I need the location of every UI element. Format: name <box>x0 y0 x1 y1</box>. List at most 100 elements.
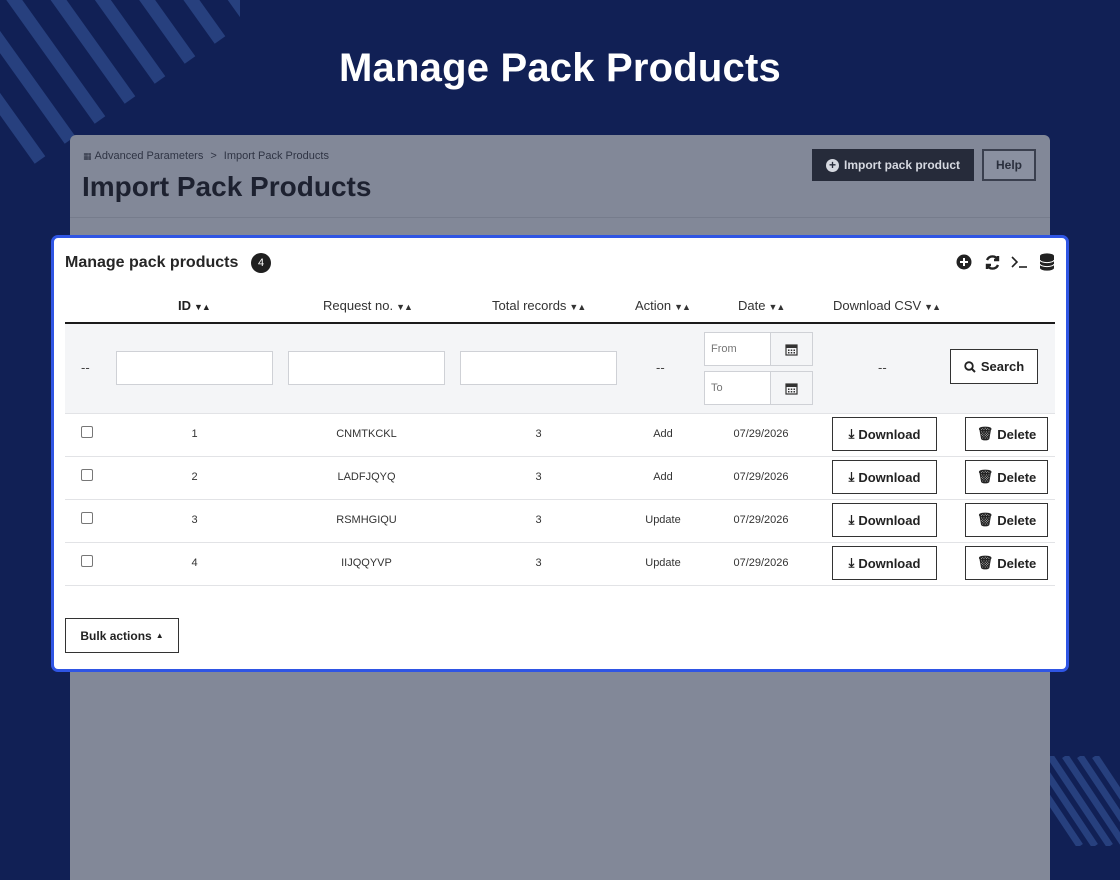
row-checkbox[interactable] <box>81 555 93 567</box>
cell-action: Add <box>653 471 673 483</box>
download-circle-icon: ⤓ <box>848 426 855 441</box>
cell-total-records: 3 <box>535 428 542 440</box>
filter-request-no-input[interactable] <box>288 351 445 385</box>
column-header-label: Download CSV <box>833 298 922 313</box>
hero-title: Manage Pack Products <box>339 46 781 90</box>
delete-label: Delete <box>997 512 1037 528</box>
filter-download-empty: -- <box>878 360 887 375</box>
download-label: Download <box>858 555 921 571</box>
cell-total-records: 3 <box>535 471 542 483</box>
bulk-actions-label: Bulk actions <box>80 628 152 643</box>
caret-up-icon: ▲ <box>155 631 164 640</box>
plus-circle-icon: + <box>825 158 839 172</box>
table-row: 1 CNMTKCKL 3 Add 07/29/2026 ⤓ Download 🗑 D… <box>65 413 1055 457</box>
breadcrumb-item-advanced-parameters[interactable]: Advanced Parameters <box>95 150 204 162</box>
page-header: ▦ Advanced Parameters > Import Pack Product… <box>70 135 1050 218</box>
download-button[interactable]: ⤓ Download <box>832 546 937 580</box>
help-button[interactable]: Help <box>982 149 1036 181</box>
column-header-label: Request no. <box>323 298 394 313</box>
column-header-label: Date <box>738 298 766 313</box>
cell-request-no: LADFJQYQ <box>337 471 396 483</box>
table-row: 4 IIJQQYVP 3 Update 07/29/2026 ⤓ Download… <box>65 542 1055 586</box>
import-button-label: Import pack product <box>843 158 960 172</box>
table-row: 2 LADFJQYQ 3 Add 07/29/2026 ⤓ Download 🗑 D… <box>65 456 1055 500</box>
row-checkbox[interactable] <box>81 512 93 524</box>
cell-total-records: 3 <box>535 514 542 526</box>
download-circle-icon: ⤓ <box>848 512 855 527</box>
column-header-label: Total records <box>492 298 567 313</box>
filter-empty-marker: -- <box>81 360 90 375</box>
column-header-total-records[interactable]: Total records ▼▲ <box>492 298 586 313</box>
filter-row: -- -- -- Search <box>65 324 1055 414</box>
cell-action: Update <box>645 514 681 526</box>
table-row: 3 RSMHGIQU 3 Update 07/29/2026 ⤓ Download… <box>65 499 1055 543</box>
filter-action-empty: -- <box>656 360 665 375</box>
search-icon <box>964 360 976 373</box>
delete-button[interactable]: 🗑 Delete <box>965 546 1048 580</box>
date-from-input[interactable] <box>704 332 771 366</box>
cell-request-no: IIJQQYVP <box>341 557 392 569</box>
cell-id: 4 <box>191 557 198 569</box>
calendar-icon[interactable] <box>770 371 813 405</box>
refresh-icon[interactable] <box>981 251 1003 273</box>
column-header-id[interactable]: ID ▼▲ <box>178 298 211 313</box>
sort-icon[interactable]: ▼▲ <box>768 302 785 312</box>
trash-icon: 🗑 <box>976 512 994 527</box>
cell-id: 2 <box>191 471 198 483</box>
download-button[interactable]: ⤓ Download <box>832 460 937 494</box>
filter-id-input[interactable] <box>116 351 273 385</box>
column-header-download-csv[interactable]: Download CSV ▼▲ <box>833 298 941 313</box>
import-pack-product-button[interactable]: + Import pack product <box>812 149 974 181</box>
row-checkbox[interactable] <box>81 469 93 481</box>
sort-icon[interactable]: ▼▲ <box>569 302 586 312</box>
download-circle-icon: ⤓ <box>848 469 855 484</box>
column-header-action[interactable]: Action ▼▲ <box>635 298 691 313</box>
delete-label: Delete <box>997 555 1037 571</box>
cell-request-no: CNMTKCKL <box>336 428 397 440</box>
download-button[interactable]: ⤓ Download <box>832 417 937 451</box>
download-label: Download <box>858 469 921 485</box>
bulk-actions-button[interactable]: Bulk actions ▲ <box>65 618 179 653</box>
database-icon[interactable] <box>1036 251 1058 273</box>
cell-action: Update <box>645 557 681 569</box>
download-label: Download <box>858 512 921 528</box>
manage-pack-products-panel: Manage pack products 4 ID ▼▲ Request no. ▼… <box>51 235 1069 672</box>
download-label: Download <box>858 426 921 442</box>
delete-button[interactable]: 🗑 Delete <box>965 417 1048 451</box>
delete-label: Delete <box>997 469 1037 485</box>
cell-date: 07/29/2026 <box>733 471 789 483</box>
breadcrumb-separator: > <box>210 150 217 162</box>
sort-icon[interactable]: ▼▲ <box>194 302 211 312</box>
page-title: Import Pack Products <box>82 171 372 202</box>
add-icon[interactable] <box>953 251 975 273</box>
sort-icon[interactable]: ▼▲ <box>924 302 941 312</box>
calendar-icon[interactable] <box>770 332 813 366</box>
delete-button[interactable]: 🗑 Delete <box>965 460 1048 494</box>
sort-icon[interactable]: ▼▲ <box>674 302 691 312</box>
cell-total-records: 3 <box>535 557 542 569</box>
cell-date: 07/29/2026 <box>733 514 789 526</box>
cell-id: 1 <box>191 428 198 440</box>
filter-total-records-input[interactable] <box>460 351 617 385</box>
grid-icon: ▦ <box>83 151 92 161</box>
terminal-icon[interactable] <box>1008 251 1030 273</box>
sort-icon[interactable]: ▼▲ <box>396 302 413 312</box>
cell-id: 3 <box>191 514 198 526</box>
decorative-stripes-bottom-right <box>1040 756 1120 846</box>
delete-label: Delete <box>997 426 1037 442</box>
column-header-request-no[interactable]: Request no. ▼▲ <box>323 298 413 313</box>
download-button[interactable]: ⤓ Download <box>832 503 937 537</box>
download-circle-icon: ⤓ <box>848 555 855 570</box>
trash-icon: 🗑 <box>976 469 994 484</box>
column-header-label: Action <box>635 298 672 313</box>
date-to-input[interactable] <box>704 371 771 405</box>
column-header-date[interactable]: Date ▼▲ <box>738 298 785 313</box>
trash-icon: 🗑 <box>976 555 994 570</box>
breadcrumb-item-current: Import Pack Products <box>223 150 329 162</box>
search-button-label: Search <box>980 359 1025 374</box>
delete-button[interactable]: 🗑 Delete <box>965 503 1048 537</box>
row-checkbox[interactable] <box>81 426 93 438</box>
panel-title: Manage pack products <box>65 254 239 271</box>
cell-request-no: RSMHGIQU <box>336 514 397 526</box>
search-button[interactable]: Search <box>950 349 1038 384</box>
